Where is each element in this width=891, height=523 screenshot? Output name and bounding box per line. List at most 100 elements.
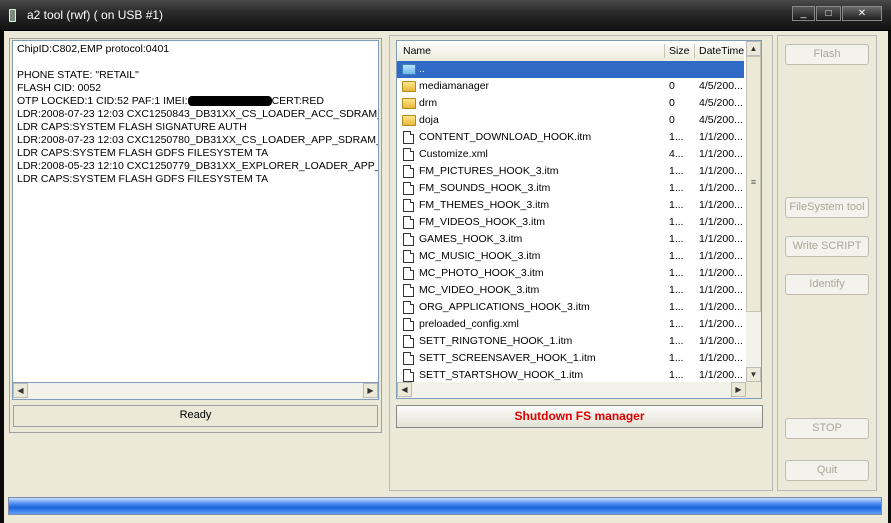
file-icon xyxy=(403,369,414,382)
file-name: drm xyxy=(419,97,438,109)
file-icon xyxy=(403,267,414,280)
file-size: 1... xyxy=(669,267,684,279)
column-datetime[interactable]: DateTime xyxy=(699,45,744,57)
file-row[interactable]: Customize.xml 4... 1/1/200... xyxy=(397,146,744,163)
log-line: LDR:2008-07-23 12:03 CXC1250780_DB31XX_C… xyxy=(17,134,379,146)
file-size: 1... xyxy=(669,199,684,211)
file-size: 0 xyxy=(669,80,675,92)
status-text: Ready xyxy=(13,405,378,427)
file-icon xyxy=(403,165,414,178)
file-row[interactable]: MC_MUSIC_HOOK_3.itm 1... 1/1/200... xyxy=(397,248,744,265)
file-name: SETT_STARTSHOW_HOOK_1.itm xyxy=(419,369,584,381)
file-row[interactable]: FM_THEMES_HOOK_3.itm 1... 1/1/200... xyxy=(397,197,744,214)
file-row[interactable]: FM_PICTURES_HOOK_3.itm 1... 1/1/200... xyxy=(397,163,744,180)
file-row[interactable]: ORG_APPLICATIONS_HOOK_3.itm 1... 1/1/200..… xyxy=(397,299,744,316)
maximize-button[interactable]: □ xyxy=(816,6,841,21)
file-datetime: 1/1/200... xyxy=(699,182,743,194)
file-icon xyxy=(403,233,414,246)
file-row[interactable]: SETT_RINGTONE_HOOK_1.itm 1... 1/1/200... xyxy=(397,333,744,350)
flash-button[interactable]: Flash xyxy=(785,44,869,65)
file-size: 1... xyxy=(669,233,684,245)
file-icon xyxy=(403,335,414,348)
column-name[interactable]: Name xyxy=(403,45,431,57)
column-divider[interactable] xyxy=(664,44,665,58)
file-name: MC_VIDEO_HOOK_3.itm xyxy=(419,284,540,296)
scroll-corner xyxy=(746,382,761,398)
scroll-right-icon[interactable]: ▶ xyxy=(363,383,378,398)
window-title: a2 tool (rwf) ( on USB #1) xyxy=(27,8,164,22)
file-icon xyxy=(403,131,414,144)
file-size: 0 xyxy=(669,97,675,109)
scroll-left-icon[interactable]: ◀ xyxy=(13,383,28,398)
log-line: LDR:2008-05-23 12:10 CXC1250779_DB31XX_E… xyxy=(17,160,379,172)
file-list-header: Name Size DateTime xyxy=(397,41,744,62)
file-row[interactable]: FM_SOUNDS_HOOK_3.itm 1... 1/1/200... xyxy=(397,180,744,197)
shutdown-fs-manager-button[interactable]: Shutdown FS manager xyxy=(396,405,763,428)
file-row[interactable]: SETT_SCREENSAVER_HOOK_1.itm 1... 1/1/200..… xyxy=(397,350,744,367)
stop-button[interactable]: STOP xyxy=(785,418,869,439)
quit-button[interactable]: Quit xyxy=(785,460,869,481)
file-name: Customize.xml xyxy=(419,148,488,160)
file-icon xyxy=(403,216,414,229)
minimize-button[interactable]: _ xyxy=(792,6,815,21)
redacted-imei xyxy=(187,96,272,107)
file-row[interactable]: MC_VIDEO_HOOK_3.itm 1... 1/1/200... xyxy=(397,282,744,299)
file-name: CONTENT_DOWNLOAD_HOOK.itm xyxy=(419,131,592,143)
file-datetime: 1/1/200... xyxy=(699,335,743,347)
file-size: 1... xyxy=(669,182,684,194)
file-row[interactable]: doja 0 4/5/200... xyxy=(397,112,744,129)
file-row[interactable]: drm 0 4/5/200... xyxy=(397,95,744,112)
column-divider[interactable] xyxy=(694,44,695,58)
file-datetime: 1/1/200... xyxy=(699,233,743,245)
file-size: 1... xyxy=(669,352,684,364)
scroll-left-icon[interactable]: ◀ xyxy=(397,382,412,397)
log-line-text: OTP LOCKED:1 CID:52 PAF:1 IMEI: xyxy=(17,95,188,107)
file-size: 1... xyxy=(669,131,684,143)
scroll-up-icon[interactable]: ▲ xyxy=(746,41,761,56)
file-size: 1... xyxy=(669,335,684,347)
scroll-down-icon[interactable]: ▼ xyxy=(746,367,761,382)
file-name: doja xyxy=(419,114,439,126)
file-list-horizontal-scrollbar[interactable]: ◀ ▶ xyxy=(397,382,746,398)
file-row[interactable]: preloaded_config.xml 1... 1/1/200... xyxy=(397,316,744,333)
file-icon xyxy=(403,250,414,263)
file-datetime: 1/1/200... xyxy=(699,284,743,296)
scroll-right-icon[interactable]: ▶ xyxy=(731,382,746,397)
log-line: LDR CAPS:SYSTEM FLASH SIGNATURE AUTH xyxy=(17,121,247,133)
file-icon xyxy=(403,284,414,297)
file-row-selected[interactable]: .. xyxy=(397,61,744,78)
file-row[interactable]: mediamanager 0 4/5/200... xyxy=(397,78,744,95)
file-size: 1... xyxy=(669,250,684,262)
file-datetime: 1/1/200... xyxy=(699,267,743,279)
file-icon xyxy=(403,182,414,195)
file-row[interactable]: CONTENT_DOWNLOAD_HOOK.itm 1... 1/1/200... xyxy=(397,129,744,146)
file-list[interactable]: Name Size DateTime .. mediamanager 0 4/5/20… xyxy=(396,40,762,399)
file-icon xyxy=(403,301,414,314)
file-size: 1... xyxy=(669,301,684,313)
file-datetime: 4/5/200... xyxy=(699,97,743,109)
close-button[interactable]: ✕ xyxy=(842,6,882,21)
log-textbox[interactable]: ChipID:C802,EMP protocol:0401 PHONE STAT… xyxy=(12,40,379,383)
file-datetime: 1/1/200... xyxy=(699,301,743,313)
log-line: LDR:2008-07-23 12:03 CXC1250843_DB31XX_C… xyxy=(17,108,379,120)
title-bar[interactable]: a2 tool (rwf) ( on USB #1) _ □ ✕ xyxy=(0,0,891,31)
log-horizontal-scrollbar[interactable]: ◀ ▶ xyxy=(12,383,379,400)
file-name: FM_PICTURES_HOOK_3.itm xyxy=(419,165,559,177)
file-datetime: 1/1/200... xyxy=(699,131,743,143)
file-datetime: 1/1/200... xyxy=(699,165,743,177)
cert-status: CERT:RED xyxy=(271,95,324,107)
file-name: ORG_APPLICATIONS_HOOK_3.itm xyxy=(419,301,590,313)
file-row[interactable]: MC_PHOTO_HOOK_3.itm 1... 1/1/200... xyxy=(397,265,744,282)
file-size: 1... xyxy=(669,318,684,330)
identify-button[interactable]: Identify xyxy=(785,274,869,295)
scroll-thumb[interactable]: ≡ xyxy=(746,56,761,312)
file-row[interactable]: GAMES_HOOK_3.itm 1... 1/1/200... xyxy=(397,231,744,248)
file-size: 1... xyxy=(669,216,684,228)
write-script-button[interactable]: Write SCRIPT xyxy=(785,236,869,257)
file-name: FM_THEMES_HOOK_3.itm xyxy=(419,199,550,211)
filesystem-tool-button[interactable]: FileSystem tool xyxy=(785,197,869,218)
file-row[interactable]: FM_VIDEOS_HOOK_3.itm 1... 1/1/200... xyxy=(397,214,744,231)
file-icon xyxy=(403,318,414,331)
folder-icon xyxy=(402,81,416,92)
column-size[interactable]: Size xyxy=(669,45,689,57)
